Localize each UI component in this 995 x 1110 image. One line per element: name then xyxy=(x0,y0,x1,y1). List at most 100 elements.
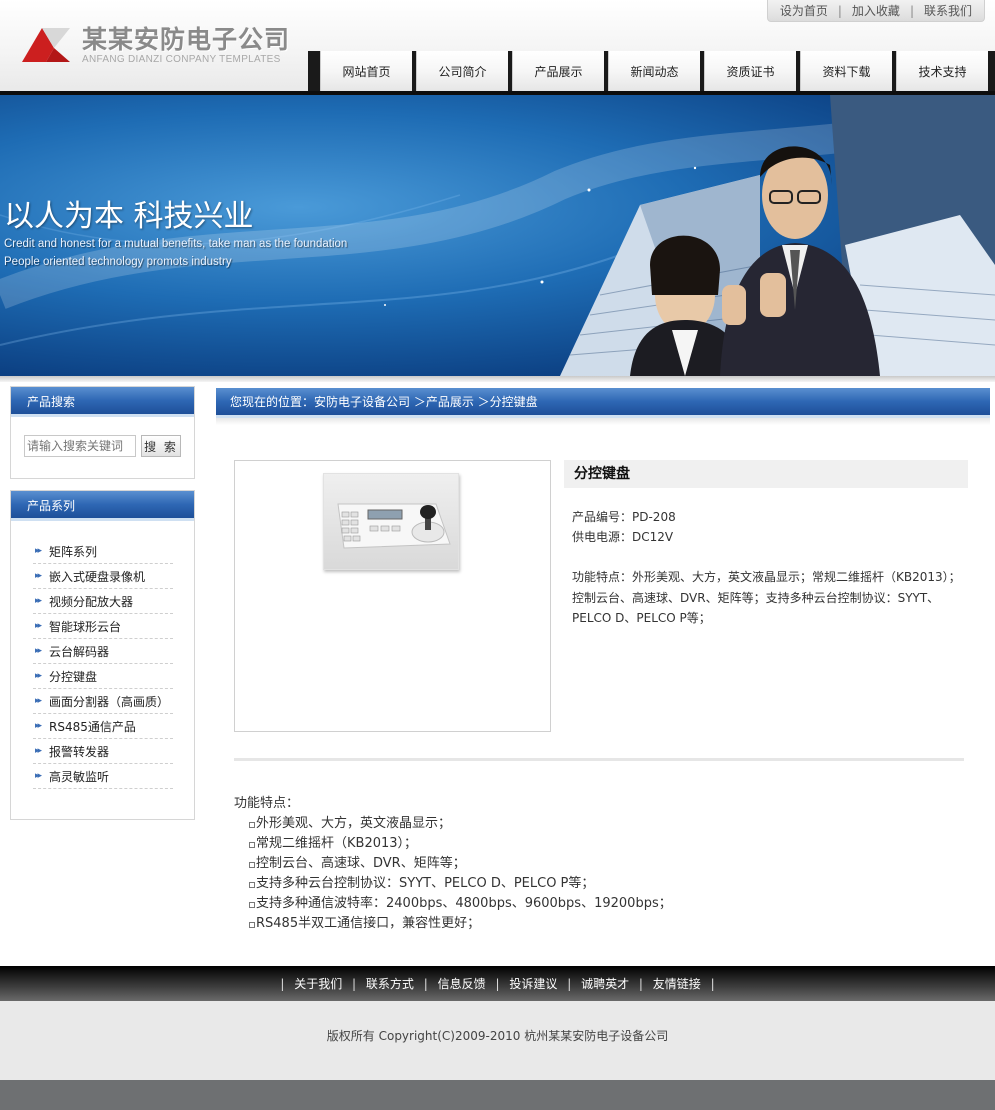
copyright-text: 版权所有 Copyright(C)2009-2010 杭州某某安防电子设备公司 xyxy=(326,1029,669,1043)
double-chevron-icon: ▸▸ xyxy=(35,721,42,731)
double-chevron-icon: ▸▸ xyxy=(35,596,42,606)
category-item-speed-dome[interactable]: ▸▸ 智能球形云台 xyxy=(33,614,173,639)
double-chevron-icon: ▸▸ xyxy=(35,546,42,556)
footer-link-friends[interactable]: 友情链接 xyxy=(647,977,707,991)
product-power: 供电电源：DC12V xyxy=(572,530,674,544)
product-category-panel: 产品系列 ▸▸ 矩阵系列 ▸▸ 嵌入式硬盘录像机 ▸▸ 视频分配放大器 ▸▸ 智能球形云… xyxy=(10,490,195,820)
product-features-summary: 功能特点：外形美观、大方，英文液晶显示；常规二维摇杆（KB2013）；控制云台、… xyxy=(572,570,961,625)
square-bullet-icon xyxy=(249,922,255,928)
feature-item: 外形美观、大方，英文液晶显示； xyxy=(249,814,672,834)
feature-text: 常规二维摇杆（KB2013）； xyxy=(256,836,418,851)
product-title: 分控键盘 xyxy=(564,460,968,488)
feature-text: 支持多种通信波特率：2400bps、4800bps、9600bps、19200b… xyxy=(256,896,672,911)
nav-about[interactable]: 公司简介 xyxy=(416,51,508,91)
separator: | xyxy=(495,977,500,991)
footer-link-about[interactable]: 关于我们 xyxy=(288,977,348,991)
category-label: 智能球形云台 xyxy=(49,619,122,634)
category-label: 视频分配放大器 xyxy=(49,594,134,609)
search-input[interactable] xyxy=(24,435,136,457)
nav-downloads[interactable]: 资料下载 xyxy=(800,51,892,91)
category-item-audio-monitor[interactable]: ▸▸ 高灵敏监听 xyxy=(33,764,173,789)
category-item-dvr[interactable]: ▸▸ 嵌入式硬盘录像机 xyxy=(33,564,173,589)
logo-subtitle: ANFANG DIANZI CONPANY TEMPLATES xyxy=(82,54,281,65)
category-label: 分控键盘 xyxy=(49,669,98,684)
category-list: ▸▸ 矩阵系列 ▸▸ 嵌入式硬盘录像机 ▸▸ 视频分配放大器 ▸▸ 智能球形云台 ▸▸ 云… xyxy=(33,539,173,789)
category-label: 云台解码器 xyxy=(49,644,110,659)
nav-news[interactable]: 新闻动态 xyxy=(608,51,700,91)
category-panel-title: 产品系列 xyxy=(11,491,194,521)
category-label: RS485通信产品 xyxy=(49,719,136,734)
product-photo[interactable] xyxy=(323,473,459,570)
search-panel-title: 产品搜索 xyxy=(11,387,194,417)
separator: | xyxy=(423,977,428,991)
banner-shadow xyxy=(0,376,995,382)
double-chevron-icon: ▸▸ xyxy=(35,696,42,706)
footer-links: | 关于我们 | 联系方式 | 信息反馈 | 投诉建议 | 诚聘英才 | 友情链… xyxy=(0,975,995,992)
logo-text: 某某安防电子公司 xyxy=(82,25,291,54)
add-favorite-link[interactable]: 加入收藏 xyxy=(850,2,902,19)
site-logo[interactable]: 某某安防电子公司 ANFANG DIANZI CONPANY TEMPLATES xyxy=(22,20,292,70)
category-label: 嵌入式硬盘录像机 xyxy=(49,569,146,584)
category-item-rs485[interactable]: ▸▸ RS485通信产品 xyxy=(33,714,173,739)
feature-item: RS485半双工通信接口，兼容性更好； xyxy=(249,914,672,934)
set-homepage-link[interactable]: 设为首页 xyxy=(778,2,830,19)
top-links: 设为首页 | 加入收藏 | 联系我们 xyxy=(766,0,985,22)
search-button[interactable]: 搜 索 xyxy=(141,435,181,457)
banner-slogan-2: People oriented technology promots indus… xyxy=(4,256,232,268)
product-detail: 功能特点： 外形美观、大方，英文液晶显示； 常规二维摇杆（KB2013）； 控制… xyxy=(234,794,672,934)
double-chevron-icon: ▸▸ xyxy=(35,571,42,581)
square-bullet-icon xyxy=(249,902,255,908)
feature-text: RS485半双工通信接口，兼容性更好； xyxy=(256,916,481,931)
banner-illustration xyxy=(0,95,995,376)
separator: | xyxy=(567,977,572,991)
feature-text: 支持多种云台控制协议：SYYT、PELCO D、PELCO P等； xyxy=(256,876,595,891)
category-item-matrix[interactable]: ▸▸ 矩阵系列 xyxy=(33,539,173,564)
footer-link-feedback[interactable]: 信息反馈 xyxy=(432,977,492,991)
category-label: 高灵敏监听 xyxy=(49,769,110,784)
double-chevron-icon: ▸▸ xyxy=(35,646,42,656)
double-chevron-icon: ▸▸ xyxy=(35,771,42,781)
separator: | xyxy=(909,3,914,18)
double-chevron-icon: ▸▸ xyxy=(35,746,42,756)
category-label: 画面分割器（高画质） xyxy=(49,694,170,709)
nav-support[interactable]: 技术支持 xyxy=(896,51,988,91)
breadcrumb-shadow xyxy=(216,418,990,425)
separator: | xyxy=(638,977,643,991)
square-bullet-icon xyxy=(249,822,255,828)
category-item-keyboard[interactable]: ▸▸ 分控键盘 xyxy=(33,664,173,689)
product-image-frame xyxy=(234,460,551,732)
feature-text: 外形美观、大方，英文液晶显示； xyxy=(256,816,452,831)
category-label: 矩阵系列 xyxy=(49,544,98,559)
banner-title: 以人为本 科技兴业 xyxy=(4,199,254,234)
double-chevron-icon: ▸▸ xyxy=(35,671,42,681)
square-bullet-icon xyxy=(249,862,255,868)
product-search-panel: 产品搜索 搜 索 xyxy=(10,386,195,479)
feature-list: 外形美观、大方，英文液晶显示； 常规二维摇杆（KB2013）； 控制云台、高速球… xyxy=(234,814,672,934)
category-item-ptz-decoder[interactable]: ▸▸ 云台解码器 xyxy=(33,639,173,664)
footer-link-complaints[interactable]: 投诉建议 xyxy=(503,977,563,991)
feature-item: 支持多种通信波特率：2400bps、4800bps、9600bps、19200b… xyxy=(249,894,672,914)
category-item-splitter[interactable]: ▸▸ 画面分割器（高画质） xyxy=(33,689,173,714)
feature-item: 控制云台、高速球、DVR、矩阵等； xyxy=(249,854,672,874)
separator: | xyxy=(280,977,285,991)
contact-us-link[interactable]: 联系我们 xyxy=(922,2,974,19)
separator: | xyxy=(710,977,715,991)
category-item-video-amplifier[interactable]: ▸▸ 视频分配放大器 xyxy=(33,589,173,614)
footer-bottom-strip xyxy=(0,1080,995,1110)
separator: | xyxy=(352,977,357,991)
feature-text: 控制云台、高速球、DVR、矩阵等； xyxy=(256,856,466,871)
content-divider xyxy=(234,758,964,761)
footer-link-contact[interactable]: 联系方式 xyxy=(360,977,420,991)
detail-heading: 功能特点： xyxy=(234,796,300,811)
feature-item: 支持多种云台控制协议：SYYT、PELCO D、PELCO P等； xyxy=(249,874,672,894)
nav-home[interactable]: 网站首页 xyxy=(320,51,412,91)
footer-link-careers[interactable]: 诚聘英才 xyxy=(575,977,635,991)
nav-products[interactable]: 产品展示 xyxy=(512,51,604,91)
product-code: 产品编号：PD-208 xyxy=(572,510,676,524)
site-header: 某某安防电子公司 ANFANG DIANZI CONPANY TEMPLATES… xyxy=(0,0,995,95)
double-chevron-icon: ▸▸ xyxy=(35,621,42,631)
category-item-alarm-forwarder[interactable]: ▸▸ 报警转发器 xyxy=(33,739,173,764)
main-nav: 网站首页 公司简介 产品展示 新闻动态 资质证书 资料下载 技术支持 xyxy=(308,51,995,91)
square-bullet-icon xyxy=(249,882,255,888)
nav-certificates[interactable]: 资质证书 xyxy=(704,51,796,91)
